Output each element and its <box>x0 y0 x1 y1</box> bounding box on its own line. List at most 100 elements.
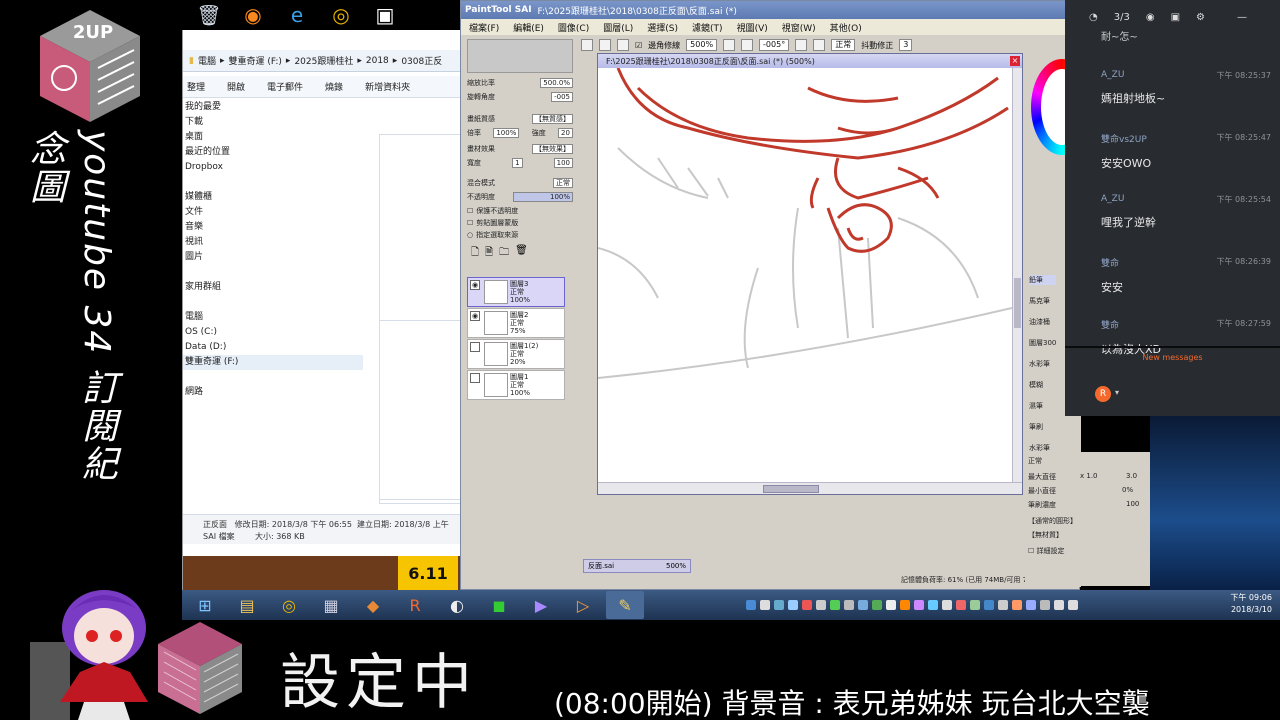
menu-select[interactable]: 選擇(S) <box>647 21 678 34</box>
chrome-icon[interactable]: ◎ <box>324 0 358 30</box>
tray-icon[interactable] <box>928 600 938 610</box>
tray-icon[interactable] <box>956 600 966 610</box>
popout-icon[interactable]: ▣ <box>1171 12 1180 23</box>
tool-pencil[interactable]: 鉛筆 <box>1029 275 1057 285</box>
tray-icon[interactable] <box>830 600 840 610</box>
drawing-canvas[interactable] <box>598 68 1012 482</box>
taskbar-clock[interactable]: 下午 09:06 2018/3/10 <box>1230 592 1272 616</box>
tray-icon[interactable] <box>802 600 812 610</box>
tray-icon[interactable] <box>788 600 798 610</box>
tray-icon[interactable] <box>1040 600 1050 610</box>
menu-view[interactable]: 視圖(V) <box>737 21 768 34</box>
brush-texture-select[interactable]: 【無材質】 <box>1028 530 1063 540</box>
zoom-field[interactable]: 500% <box>686 39 718 51</box>
layer-row[interactable]: ◉ 圖層2 正常 75% <box>467 308 565 338</box>
eye-icon[interactable] <box>470 342 480 352</box>
layer-row[interactable]: 圖層1 正常 100% <box>467 370 565 400</box>
address-bar[interactable]: ▮ 電腦 ▸ 雙重奇運 (F:) ▸ 2025跟珊桂社 ▸ 2018 ▸ 030… <box>183 50 461 72</box>
document-tab[interactable]: 反面.sai 500% <box>583 559 691 573</box>
email-button[interactable]: 電子郵件 <box>267 80 303 93</box>
eye-icon[interactable] <box>470 373 480 383</box>
tray-icon[interactable] <box>872 600 882 610</box>
nav-item-selected[interactable]: 雙重奇運 (F:) <box>183 355 363 370</box>
layer-row[interactable]: 圖層1(2) 正常 20% <box>467 339 565 369</box>
sai-taskbar-icon[interactable]: ✎ <box>606 591 644 619</box>
layer-row[interactable]: ◉ 圖層3 正常 100% <box>467 277 565 307</box>
menu-edit[interactable]: 編輯(E) <box>513 21 544 34</box>
gear-icon[interactable]: ⚙ <box>1196 12 1205 23</box>
tray-icon[interactable] <box>760 600 770 610</box>
strength2-value[interactable]: 100 <box>553 158 573 168</box>
brush-shape-select[interactable]: 【通常的圓形】 <box>1028 516 1077 526</box>
tray-icon[interactable] <box>886 600 896 610</box>
tool-wet[interactable]: 濕筆 <box>1029 401 1056 411</box>
nav-item[interactable]: 媒體櫃 <box>183 190 363 205</box>
tray-icon[interactable] <box>1012 600 1022 610</box>
nav-item[interactable]: 圖片 <box>183 250 363 265</box>
nav-item[interactable]: 音樂 <box>183 220 363 235</box>
nav-item[interactable]: Dropbox <box>183 160 363 175</box>
scale-value[interactable]: 100% <box>493 128 520 138</box>
nav-item[interactable]: 下載 <box>183 115 363 130</box>
breadcrumb-5[interactable]: 0308正反 <box>401 54 442 67</box>
max-size-value[interactable]: 3.0 <box>1126 472 1137 480</box>
tray-icon[interactable] <box>844 600 854 610</box>
invert-button[interactable] <box>617 39 629 51</box>
menu-canvas[interactable]: 圖像(C) <box>558 21 589 34</box>
delete-layer-icon[interactable]: 🗑 <box>515 245 528 262</box>
tray-icon[interactable] <box>1026 600 1036 610</box>
deselect-button[interactable] <box>599 39 611 51</box>
antialias-checkbox[interactable]: ☑ <box>635 41 642 50</box>
video-icon[interactable]: ▷ <box>564 591 602 619</box>
width-value[interactable]: 1 <box>512 158 523 168</box>
tray-icon[interactable] <box>998 600 1008 610</box>
canvas-hscroll-thumb[interactable] <box>763 485 819 493</box>
detail-settings-checkbox[interactable]: ☐ 詳細設定 <box>1028 546 1065 556</box>
new-folder-button[interactable]: 新增資料夾 <box>365 80 410 93</box>
nav-item[interactable]: 我的最愛 <box>183 100 363 115</box>
open-button[interactable]: 開啟 <box>227 80 245 93</box>
new-folder-icon[interactable]: 🗀 <box>499 245 509 262</box>
menu-filter[interactable]: 濾鏡(T) <box>692 21 723 34</box>
nav-item[interactable]: Data (D:) <box>183 340 363 355</box>
chevron-down-icon[interactable]: ▾ <box>1115 388 1119 397</box>
breadcrumb-4[interactable]: 2018 <box>366 56 389 66</box>
rotate-right-button[interactable] <box>813 39 826 51</box>
media-player-icon[interactable]: ▶ <box>522 591 560 619</box>
opacity-slider[interactable]: 100% <box>513 192 573 202</box>
tool-bucket[interactable]: 油漆桶 <box>1029 317 1056 327</box>
canvas-vscroll-thumb[interactable] <box>1014 278 1021 328</box>
obs-icon[interactable]: ◐ <box>438 591 476 619</box>
tray-icon[interactable] <box>970 600 980 610</box>
nav-rotate-value[interactable]: -005 <box>551 92 573 102</box>
tray-icon[interactable] <box>900 600 910 610</box>
selection-source-radio[interactable]: ○ <box>467 231 473 239</box>
tray-icon[interactable] <box>984 600 994 610</box>
tray-icon[interactable] <box>774 600 784 610</box>
minimize-icon[interactable]: — <box>1237 12 1247 23</box>
canvas-horizontal-scrollbar[interactable] <box>598 482 1022 494</box>
density-value[interactable]: 100 <box>1126 500 1139 508</box>
navigator-thumbnail[interactable] <box>467 39 573 73</box>
stabilizer-field[interactable]: 3 <box>899 39 913 51</box>
organize-button[interactable]: 整理 <box>187 80 205 93</box>
explorer-icon[interactable]: ▤ <box>228 591 266 619</box>
restream-icon[interactable]: R <box>396 591 434 619</box>
new-messages-indicator[interactable]: New messages <box>1065 353 1280 365</box>
min-size-value[interactable]: 0% <box>1122 486 1133 494</box>
eye-icon[interactable]: ◉ <box>470 280 480 290</box>
tool-layer[interactable]: 圖層300 <box>1029 338 1056 348</box>
nav-item[interactable]: 桌面 <box>183 130 363 145</box>
nav-zoom-value[interactable]: 500.0% <box>540 78 573 88</box>
tray-icon[interactable] <box>816 600 826 610</box>
mode-select[interactable]: 正常 <box>553 178 573 188</box>
eye-icon[interactable]: ◉ <box>1146 12 1155 23</box>
rotate-left-button[interactable] <box>795 39 808 51</box>
tool-brush[interactable]: 筆刷 <box>1029 422 1056 432</box>
calculator-icon[interactable]: ▦ <box>312 591 350 619</box>
eye-icon[interactable]: ◉ <box>470 311 480 321</box>
breadcrumb-3[interactable]: 2025跟珊桂社 <box>294 54 353 67</box>
recycle-bin-icon[interactable]: 🗑 <box>192 0 226 30</box>
canvas-vertical-scrollbar[interactable] <box>1012 68 1022 482</box>
nav-item[interactable]: 文件 <box>183 205 363 220</box>
